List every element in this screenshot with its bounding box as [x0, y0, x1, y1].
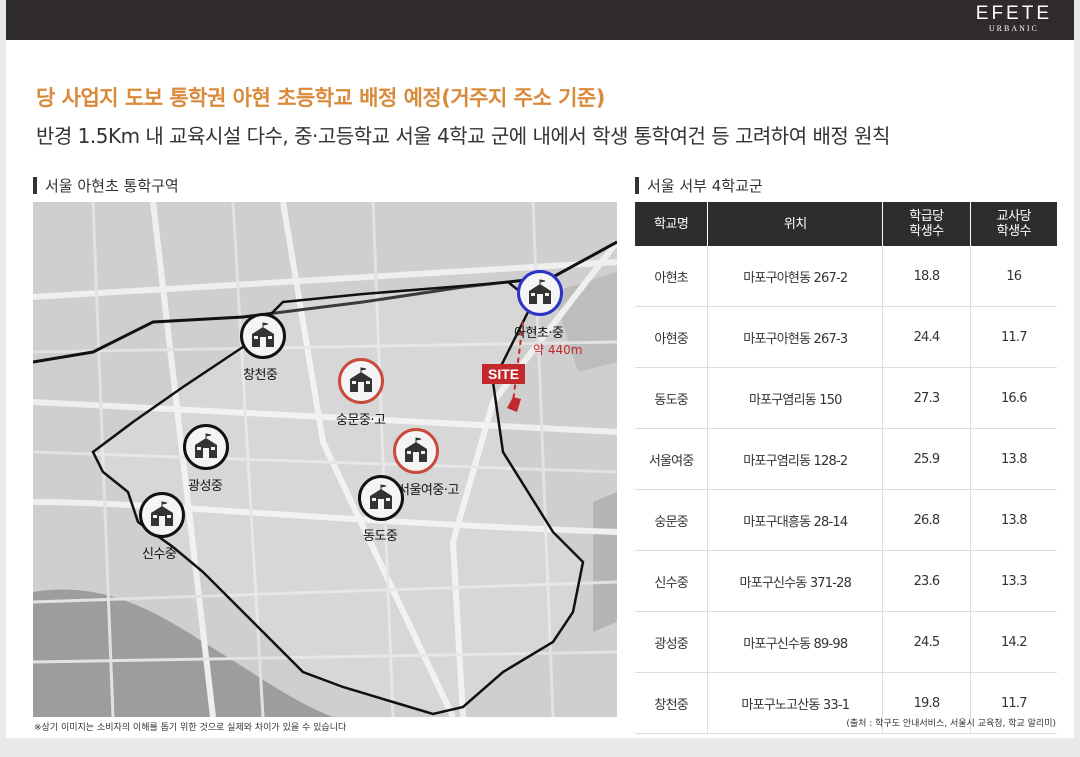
school-label: 아현초·중: [514, 326, 564, 341]
school-marker-dongdo: [358, 475, 404, 521]
table-row: 아현중 마포구아현동 267-3 24.4 11.7: [635, 306, 1057, 368]
content-page: 당 사업지 도보 통학권 아현 초등학교 배정 예정(거주지 주소 기준) 반경…: [6, 40, 1074, 738]
school-marker-ahyeon-elementary: [517, 270, 563, 316]
table-row: 서울여중 마포구염리동 128-2 25.9 13.8: [635, 428, 1057, 490]
top-bar: EFETE URBANIC: [6, 0, 1074, 40]
school-building-icon: [350, 367, 372, 392]
brand-name: EFETE: [975, 3, 1052, 24]
school-building-icon: [405, 437, 427, 462]
school-marker-changcheon: [240, 313, 286, 359]
map-heading-text: 서울 아현초 통학구역: [45, 177, 179, 195]
table-row: 신수중 마포구신수동 371-28 23.6 13.3: [635, 550, 1057, 612]
school-marker-seoul-girls: [393, 428, 439, 474]
school-building-icon: [370, 484, 392, 509]
table-row: 아현초 마포구아현동 267-2 18.8 16: [635, 246, 1057, 307]
cell-students-per-teacher: 13.8: [970, 428, 1057, 490]
distance-label: 약 440m: [533, 343, 583, 357]
heading-bar: [635, 177, 639, 194]
school-label: 광성중: [188, 479, 223, 494]
school-marker-gwangseong: [183, 424, 229, 470]
cell-students-per-class: 27.3: [882, 367, 971, 429]
table-row: 숭문중 마포구대흥동 28-14 26.8 13.8: [635, 489, 1057, 551]
cell-school-name: 광성중: [635, 611, 709, 673]
cell-school-name: 숭문중: [635, 489, 709, 551]
site-marker: SITE: [482, 364, 526, 384]
school-building-icon: [151, 501, 173, 526]
brand-sub: URBANIC: [988, 24, 1039, 33]
cell-location: 마포구신수동 371-28: [707, 550, 884, 612]
school-label: 창천중: [243, 368, 278, 383]
school-label: 서울여중·고: [398, 483, 459, 498]
cell-school-name: 서울여중: [635, 428, 709, 490]
cell-location: 마포구신수동 89-98: [707, 611, 884, 673]
school-label: 동도중: [363, 529, 398, 544]
cell-school-name: 신수중: [635, 550, 709, 612]
school-building-icon: [252, 322, 274, 347]
page-subtitle: 반경 1.5Km 내 교육시설 다수, 중·고등학교 서울 4학교 군에 내에서…: [36, 124, 890, 148]
cell-school-name: 아현중: [635, 306, 709, 368]
cell-location: 마포구아현동 267-3: [707, 306, 884, 368]
school-building-icon: [195, 433, 217, 458]
table-source: (출처 : 학구도 안내서비스, 서울시 교육청, 학교 알리미): [846, 719, 1056, 729]
cell-students-per-class: 26.8: [882, 489, 971, 551]
cell-location: 마포구대흥동 28-14: [707, 489, 884, 551]
cell-school-name: 동도중: [635, 367, 709, 429]
school-label: 신수중: [142, 547, 177, 562]
col-header-location: 위치: [707, 202, 884, 246]
school-marker-sinsu: [139, 492, 185, 538]
table-row: 동도중 마포구염리동 150 27.3 16.6: [635, 367, 1057, 429]
school-label: 숭문중·고: [336, 413, 386, 428]
cell-students-per-teacher: 11.7: [970, 306, 1057, 368]
school-building-icon: [529, 279, 551, 304]
map-heading: 서울 아현초 통학구역: [33, 175, 179, 196]
cell-students-per-class: 23.6: [882, 550, 971, 612]
col-header-name: 학교명: [635, 202, 709, 246]
table-heading-text: 서울 서부 4학교군: [647, 177, 763, 195]
page-title: 당 사업지 도보 통학권 아현 초등학교 배정 예정(거주지 주소 기준): [36, 86, 605, 110]
cell-students-per-class: 24.5: [882, 611, 971, 673]
cell-location: 마포구염리동 150: [707, 367, 884, 429]
cell-students-per-teacher: 16.6: [970, 367, 1057, 429]
school-table: 학교명 위치 학급당 학생수 교사당 학생수 아현초 마포구아현동 267-2 …: [635, 202, 1057, 734]
cell-students-per-class: 18.8: [882, 246, 971, 307]
table-header-row: 학교명 위치 학급당 학생수 교사당 학생수: [635, 202, 1057, 246]
map-place-label: ·: [103, 212, 105, 219]
cell-students-per-class: 25.9: [882, 428, 971, 490]
cell-students-per-class: 24.4: [882, 306, 971, 368]
col-header-per-class: 학급당 학생수: [882, 202, 971, 246]
cell-students-per-teacher: 16: [970, 246, 1057, 307]
cell-school-name: 창천중: [635, 672, 709, 734]
col-header-per-teacher: 교사당 학생수: [970, 202, 1057, 246]
cell-students-per-teacher: 13.8: [970, 489, 1057, 551]
school-district-map: · 아현초·중 창천중 숭문중·고 광성중 서울여중·고 동도중 신수중 약 4…: [33, 202, 617, 717]
cell-school-name: 아현초: [635, 246, 709, 307]
cell-location: 마포구염리동 128-2: [707, 428, 884, 490]
cell-students-per-teacher: 13.3: [970, 550, 1057, 612]
school-marker-sungmun: [338, 358, 384, 404]
table-heading: 서울 서부 4학교군: [635, 175, 763, 196]
map-disclaimer: ※상기 이미지는 소비자의 이해를 돕기 위한 것으로 실제와 차이가 있을 수…: [34, 723, 347, 733]
brand-logo: EFETE URBANIC: [976, 4, 1052, 34]
table-row: 광성중 마포구신수동 89-98 24.5 14.2: [635, 611, 1057, 673]
heading-bar: [33, 177, 37, 194]
cell-location: 마포구아현동 267-2: [707, 246, 884, 307]
cell-students-per-teacher: 14.2: [970, 611, 1057, 673]
